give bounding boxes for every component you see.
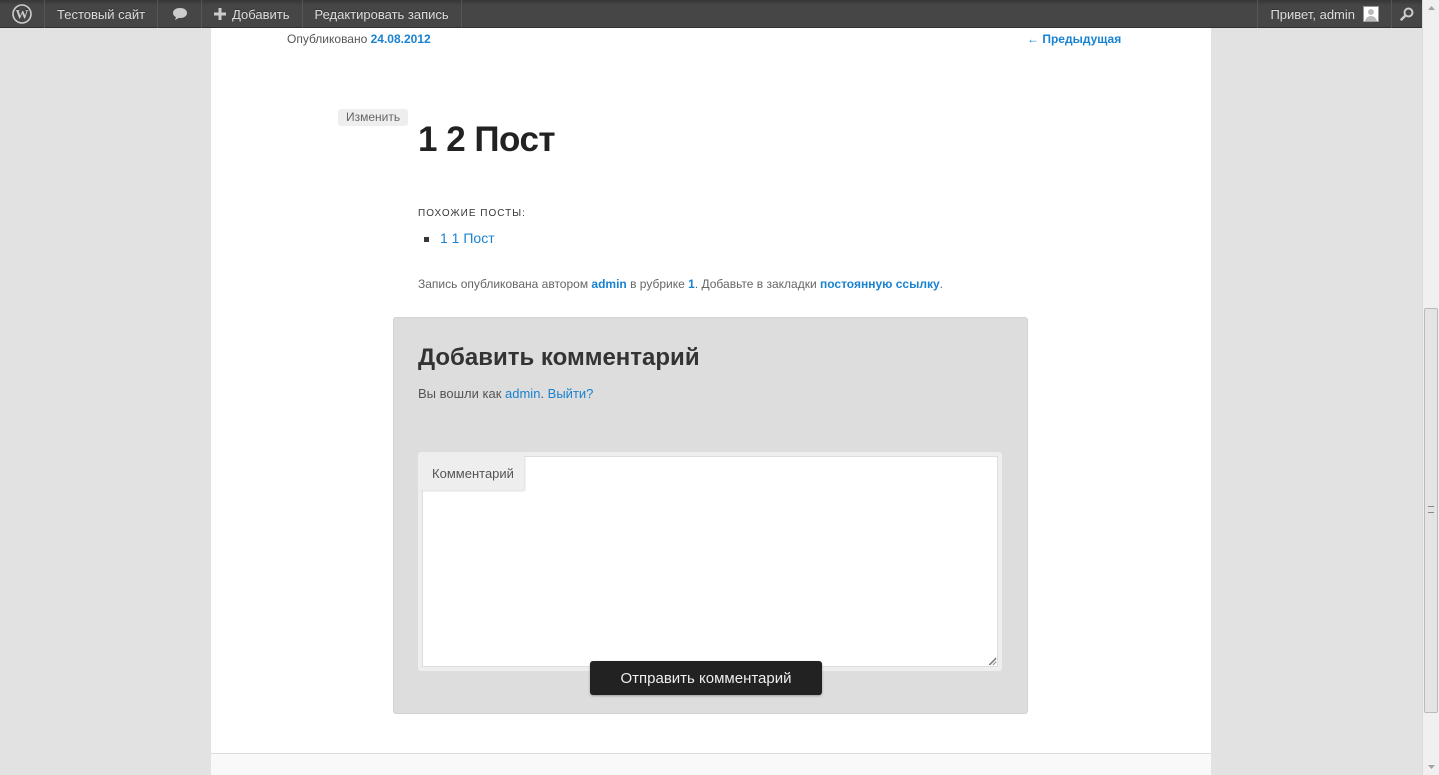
- add-new-button[interactable]: Добавить: [202, 0, 303, 28]
- meta-text: в рубрике: [626, 277, 689, 291]
- logout-link[interactable]: Выйти?: [548, 386, 594, 401]
- related-posts-heading: Похожие посты:: [418, 208, 526, 219]
- resize-grip-icon[interactable]: [988, 657, 997, 666]
- account-menu[interactable]: Привет, admin: [1257, 0, 1391, 28]
- meta-text: Запись опубликована автором: [418, 277, 592, 291]
- search-icon: [1400, 7, 1414, 21]
- add-new-label: Добавить: [232, 6, 290, 22]
- edit-post-button[interactable]: Изменить: [338, 109, 409, 126]
- permalink-link[interactable]: постоянную ссылку: [820, 277, 940, 291]
- page-footer: [211, 753, 1211, 775]
- plus-icon: [214, 8, 227, 20]
- comment-form: Добавить комментарий Вы вошли как admin.…: [393, 317, 1028, 714]
- comment-form-title: Добавить комментарий: [418, 344, 700, 371]
- published-prefix: Опубликовано: [287, 32, 368, 46]
- meta-text: . Добавьте в закладки: [694, 277, 820, 291]
- scrollbar-thumb[interactable]: [1424, 308, 1438, 713]
- comment-field: Комментарий: [418, 452, 1002, 671]
- comments-button[interactable]: [158, 0, 203, 28]
- related-posts-list: 1 1 Пост: [424, 230, 495, 246]
- page-scrollbar[interactable]: [1422, 0, 1439, 775]
- search-button[interactable]: [1391, 0, 1422, 28]
- avatar: [1363, 6, 1379, 22]
- admin-bar-spacer: [462, 0, 1258, 27]
- logged-in-as: Вы вошли как admin. Выйти?: [418, 386, 594, 401]
- site-name-link[interactable]: Тестовый сайт: [45, 0, 159, 28]
- comment-bubble-icon: [172, 8, 187, 20]
- post-meta: Запись опубликована автором admin в рубр…: [418, 277, 943, 291]
- user-profile-link[interactable]: admin: [505, 386, 540, 401]
- comment-field-label: Комментарий: [422, 456, 524, 490]
- greeting-label: Привет, admin: [1270, 6, 1355, 22]
- scroll-down-arrow-icon[interactable]: [1423, 758, 1439, 775]
- scroll-up-arrow-icon[interactable]: [1423, 0, 1439, 17]
- wordpress-logo-icon[interactable]: W: [0, 0, 45, 28]
- published-info: Опубликовано 24.08.2012: [287, 32, 431, 46]
- related-post-link[interactable]: 1 1 Пост: [424, 230, 495, 246]
- svg-text:W: W: [16, 7, 29, 22]
- published-date-link[interactable]: 24.08.2012: [371, 32, 431, 46]
- post-title: 1 2 Пост: [418, 120, 556, 159]
- previous-post-link[interactable]: ← Предыдущая: [1027, 32, 1121, 46]
- edit-post-link[interactable]: Редактировать запись: [303, 0, 462, 28]
- category-link[interactable]: 1: [688, 277, 695, 291]
- submit-comment-button[interactable]: Отправить комментарий: [590, 661, 822, 695]
- meta-text: .: [939, 277, 943, 291]
- admin-bar: W Тестовый сайт Добавить Редактировать з…: [0, 0, 1422, 28]
- logged-in-prefix: Вы вошли как: [418, 386, 506, 401]
- author-link[interactable]: admin: [591, 277, 626, 291]
